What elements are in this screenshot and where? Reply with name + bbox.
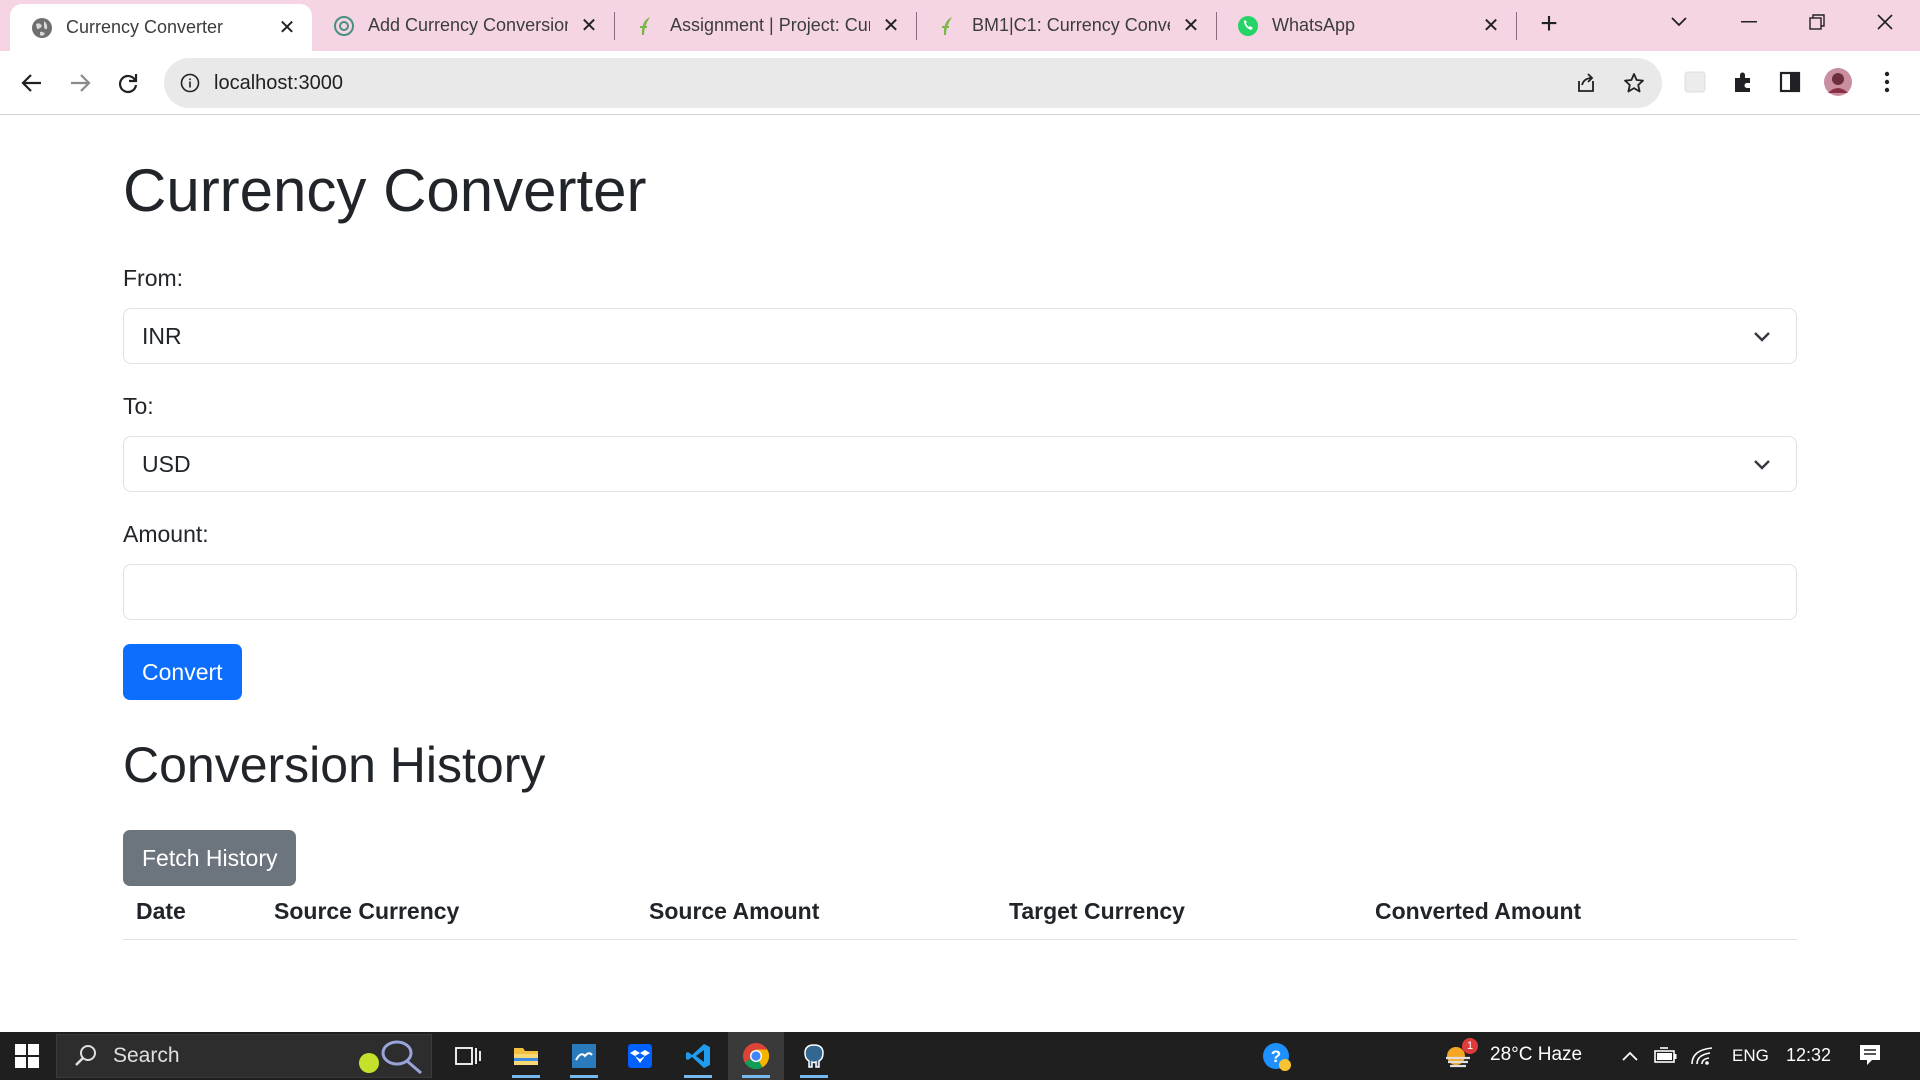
clock-time[interactable]: 12:32 xyxy=(1786,1045,1831,1066)
wifi-icon[interactable] xyxy=(1690,1044,1714,1068)
tab-title: Assignment | Project: Curr xyxy=(670,15,870,35)
task-view-icon[interactable] xyxy=(440,1032,496,1080)
dropbox-icon[interactable] xyxy=(612,1032,668,1080)
tab-title: WhatsApp xyxy=(1272,15,1356,35)
feather-icon xyxy=(936,14,960,38)
back-button[interactable] xyxy=(12,63,52,103)
close-window-button[interactable] xyxy=(1850,0,1920,44)
chevron-down-icon xyxy=(1754,332,1770,342)
search-placeholder: Search xyxy=(113,1044,180,1067)
column-header-source-currency: Source Currency xyxy=(274,898,460,924)
profile-avatar-icon[interactable] xyxy=(1823,67,1853,97)
tab-title: Add Currency Conversion xyxy=(368,15,568,35)
column-header-converted-amount: Converted Amount xyxy=(1375,898,1582,924)
convert-button[interactable]: Convert xyxy=(123,644,242,700)
page-title: Currency Converter xyxy=(123,157,647,224)
tab-add-currency-conversion[interactable]: Add Currency Conversion ✕ xyxy=(312,0,614,51)
extension-placeholder-icon[interactable] xyxy=(1680,67,1710,97)
side-panel-icon[interactable] xyxy=(1775,67,1805,97)
new-tab-button[interactable]: + xyxy=(1532,8,1566,42)
mysql-workbench-icon[interactable] xyxy=(556,1032,612,1080)
browser-menu-icon[interactable] xyxy=(1872,67,1902,97)
language-indicator[interactable]: ENG xyxy=(1732,1046,1769,1066)
whatsapp-icon xyxy=(1236,14,1260,38)
share-icon[interactable] xyxy=(1574,71,1598,95)
restore-button[interactable] xyxy=(1782,0,1852,44)
column-header-date: Date xyxy=(136,898,186,924)
file-explorer-icon[interactable] xyxy=(498,1032,554,1080)
help-notification-icon[interactable]: ? xyxy=(1262,1042,1292,1072)
windows-start-icon[interactable] xyxy=(0,1032,54,1080)
weather-badge: 1 xyxy=(1462,1038,1478,1054)
close-tab-icon[interactable]: ✕ xyxy=(578,15,600,37)
close-tab-icon[interactable]: ✕ xyxy=(276,17,298,39)
close-tab-icon[interactable]: ✕ xyxy=(1180,15,1202,37)
url-text: localhost:3000 xyxy=(214,71,343,94)
extensions-puzzle-icon[interactable] xyxy=(1728,67,1758,97)
bookmark-star-icon[interactable] xyxy=(1622,71,1646,95)
tab-assignment-project[interactable]: Assignment | Project: Curr ✕ xyxy=(614,0,916,51)
from-currency-value: INR xyxy=(142,322,182,349)
column-header-source-amount: Source Amount xyxy=(649,898,820,924)
chrome-icon[interactable] xyxy=(728,1032,784,1080)
battery-icon[interactable] xyxy=(1654,1044,1678,1068)
address-bar[interactable]: localhost:3000 xyxy=(164,58,1662,108)
site-info-icon[interactable] xyxy=(178,71,202,95)
close-tab-icon[interactable]: ✕ xyxy=(880,15,902,37)
weather-icon[interactable]: 1 xyxy=(1442,1038,1478,1072)
globe-icon xyxy=(30,16,54,40)
amount-input[interactable] xyxy=(123,564,1797,620)
history-table-header: Date Source Currency Source Amount Targe… xyxy=(123,886,1797,940)
tab-whatsapp[interactable]: WhatsApp ✕ xyxy=(1216,0,1516,51)
tab-search-chevron-icon[interactable] xyxy=(1644,0,1714,44)
weather-text[interactable]: 28°C Haze xyxy=(1490,1044,1582,1066)
reload-button[interactable] xyxy=(108,63,148,103)
fetch-history-button[interactable]: Fetch History xyxy=(123,830,297,886)
browser-tab-strip: Currency Converter ✕ Add Currency Conver… xyxy=(0,0,1920,51)
chevron-down-icon xyxy=(1754,460,1770,470)
tab-currency-converter[interactable]: Currency Converter ✕ xyxy=(10,4,312,51)
browser-toolbar: localhost:3000 xyxy=(0,51,1920,115)
close-tab-icon[interactable]: ✕ xyxy=(1480,15,1502,37)
windows-taskbar: Search ? 1 28°C Haze ENG 12:32 xyxy=(0,1032,1920,1080)
from-currency-select[interactable]: INR xyxy=(123,308,1797,364)
column-header-target-currency: Target Currency xyxy=(1009,898,1185,924)
forward-button[interactable] xyxy=(60,63,100,103)
tab-title: BM1|C1: Currency Conver xyxy=(972,15,1170,35)
to-label: To: xyxy=(123,393,154,419)
vscode-icon[interactable] xyxy=(670,1032,726,1080)
to-currency-select[interactable]: USD xyxy=(123,436,1797,492)
amount-label: Amount: xyxy=(123,521,209,547)
minimize-button[interactable] xyxy=(1714,0,1784,44)
notifications-icon[interactable] xyxy=(1858,1043,1882,1067)
feather-icon xyxy=(634,14,658,38)
tab-separator xyxy=(1516,12,1517,40)
to-currency-value: USD xyxy=(142,450,191,477)
tab-title: Currency Converter xyxy=(66,17,224,37)
tab-bm1-currency-converter[interactable]: BM1|C1: Currency Conver ✕ xyxy=(916,0,1216,51)
history-heading: Conversion History xyxy=(123,737,546,793)
from-label: From: xyxy=(123,265,184,291)
chatgpt-icon xyxy=(332,14,356,38)
postgresql-icon[interactable] xyxy=(786,1032,842,1080)
chevron-up-icon[interactable] xyxy=(1618,1044,1642,1068)
search-icon xyxy=(75,1045,96,1066)
taskbar-search-box[interactable]: Search xyxy=(56,1034,432,1078)
tennis-racket-icon xyxy=(359,1040,422,1075)
